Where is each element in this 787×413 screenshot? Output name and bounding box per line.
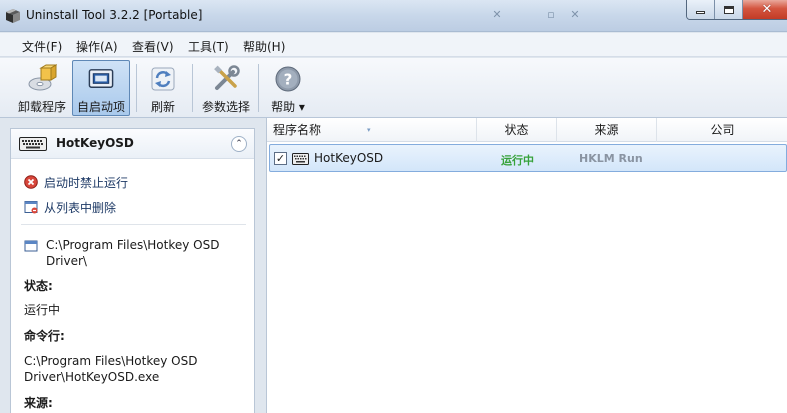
row-source: HKLM Run — [579, 152, 643, 165]
toolbar-separator — [192, 64, 193, 112]
menu-tools[interactable]: 工具(T) — [188, 38, 229, 55]
ghost-close-icon: ✕ — [492, 8, 502, 21]
help-button[interactable]: ? 帮助 ▾ — [264, 60, 312, 116]
row-checkbox[interactable]: ✓ — [274, 152, 287, 165]
column-company[interactable]: 公司 — [657, 118, 787, 142]
ghost-close-icon: ✕ — [570, 8, 580, 21]
maximize-button[interactable] — [715, 0, 743, 19]
remove-from-list-label: 从列表中删除 — [44, 200, 117, 215]
help-label: 帮助 ▾ — [271, 100, 305, 114]
sort-arrow-icon: ▾ — [367, 126, 371, 134]
app-box-icon — [6, 9, 20, 23]
install-path-line1: C:\Program Files\Hotkey OSD — [46, 238, 220, 252]
details-card: HotKeyOSD ⌃ 启动时禁止运行 从列表中删除 C:\Program Fi… — [10, 128, 255, 413]
keyboard-icon — [19, 137, 47, 151]
status-value: 运行中 — [24, 303, 61, 317]
details-panel: HotKeyOSD ⌃ 启动时禁止运行 从列表中删除 C:\Program Fi… — [0, 118, 265, 413]
close-button[interactable]: ✕ — [743, 0, 787, 19]
menu-file[interactable]: 文件(F) — [22, 38, 62, 55]
tools-icon — [214, 65, 240, 90]
selected-program-title: HotKeyOSD — [56, 136, 134, 150]
window-controls: ✕ — [686, 0, 787, 20]
help-question-icon: ? — [275, 66, 301, 92]
startup-window-icon — [88, 69, 114, 88]
refresh-icon — [151, 67, 175, 91]
command-line-heading: 命令行: — [24, 329, 65, 343]
stop-icon — [24, 175, 38, 189]
toolbar: 卸载程序 自启动项 刷新 参数选择 ? 帮助 ▾ — [0, 58, 787, 118]
uninstall-label: 卸载程序 — [17, 100, 66, 114]
menu-action[interactable]: 操作(A) — [76, 38, 118, 55]
source-heading: 来源: — [24, 396, 53, 410]
menu-help[interactable]: 帮助(H) — [243, 38, 285, 55]
options-label: 参数选择 — [201, 100, 250, 114]
details-header: HotKeyOSD ⌃ — [11, 129, 254, 159]
chevron-up-icon: ⌃ — [235, 139, 243, 149]
folder-path-icon — [24, 240, 38, 252]
command-line-line2: Driver\HotKeyOSD.exe — [24, 370, 160, 384]
window-title: Uninstall Tool 3.2.2 [Portable] — [26, 8, 203, 22]
disable-startup-label: 启动时禁止运行 — [44, 175, 129, 190]
close-icon: ✕ — [761, 2, 773, 17]
list-header: 程序名称 ▾ 状态 来源 公司 — [267, 118, 787, 142]
refresh-label: 刷新 — [150, 100, 175, 114]
uninstall-cd-icon — [28, 64, 57, 91]
table-row[interactable]: ✓ HotKeyOSD 运行中 HKLM Run — [269, 144, 787, 172]
refresh-button[interactable]: 刷新 — [142, 60, 184, 116]
menu-bar: 文件(F) 操作(A) 查看(V) 工具(T) 帮助(H) — [0, 33, 787, 57]
options-button[interactable]: 参数选择 — [198, 60, 254, 116]
command-line-line1: C:\Program Files\Hotkey OSD — [24, 354, 198, 368]
column-program-name-label: 程序名称 — [273, 123, 322, 137]
startup-button[interactable]: 自启动项 — [72, 60, 130, 116]
keyboard-icon — [292, 153, 309, 165]
maximize-icon — [723, 5, 734, 14]
minimize-icon — [696, 11, 705, 14]
details-divider — [21, 224, 246, 225]
remove-from-list-action[interactable]: 从列表中删除 — [24, 198, 116, 216]
title-bar: Uninstall Tool 3.2.2 [Portable] ✕ ✕ ▫ ✕ — [0, 0, 787, 32]
column-source[interactable]: 来源 — [557, 118, 657, 142]
status-heading: 状态: — [24, 279, 53, 293]
row-program-name: HotKeyOSD — [314, 151, 384, 165]
row-status: 运行中 — [501, 154, 534, 167]
startup-list: 程序名称 ▾ 状态 来源 公司 ✓ HotKeyOSD 运行中 HKLM Run — [266, 118, 787, 413]
menu-view[interactable]: 查看(V) — [132, 38, 174, 55]
collapse-button[interactable]: ⌃ — [231, 136, 247, 152]
install-path-line2: Driver\ — [46, 254, 87, 268]
startup-label: 自启动项 — [76, 100, 125, 114]
ghost-maximize-icon: ▫ — [547, 8, 555, 21]
disable-startup-action[interactable]: 启动时禁止运行 — [24, 173, 128, 191]
svg-text:?: ? — [284, 71, 293, 89]
uninstall-button[interactable]: 卸载程序 — [14, 60, 70, 116]
remove-list-icon — [24, 201, 38, 214]
toolbar-separator — [258, 64, 259, 112]
column-program-name[interactable]: 程序名称 ▾ — [267, 118, 477, 142]
toolbar-separator — [136, 64, 137, 112]
minimize-button[interactable] — [687, 0, 715, 19]
column-status[interactable]: 状态 — [477, 118, 557, 142]
